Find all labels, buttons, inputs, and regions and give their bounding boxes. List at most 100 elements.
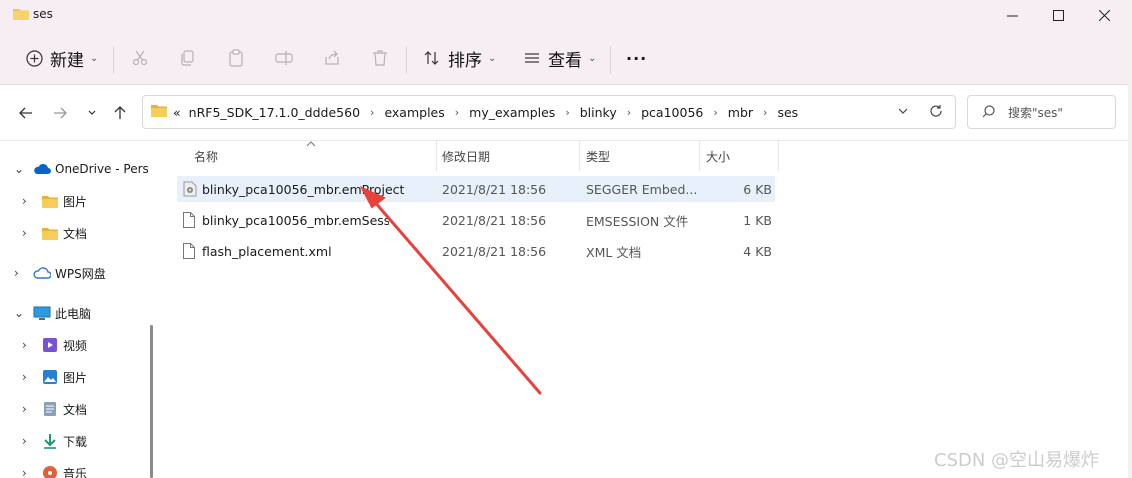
chevron-right-icon[interactable]: › <box>22 194 27 208</box>
clipboard-icon <box>226 48 246 68</box>
chevron-down-icon <box>88 110 96 115</box>
up-button[interactable] <box>108 101 132 125</box>
more-options-button[interactable]: ··· <box>626 32 647 84</box>
file-type: XML 文档 <box>586 244 642 260</box>
paste-button[interactable] <box>226 32 246 84</box>
chevron-right-icon[interactable]: › <box>22 434 27 448</box>
sort-button[interactable]: 排序 ⌄ <box>422 32 496 84</box>
breadcrumb-item[interactable]: ses <box>777 105 798 120</box>
chevron-right-icon[interactable]: › <box>627 106 631 119</box>
chevron-right-icon[interactable]: › <box>22 226 27 240</box>
sidebar-item-label: WPS网盘 <box>55 266 106 281</box>
sidebar-item-pictures[interactable]: › 图片 <box>0 188 158 214</box>
sidebar-item-this-pc[interactable]: ⌄ 此电脑 <box>0 300 158 326</box>
arrow-left-icon <box>19 107 32 119</box>
chevron-right-icon[interactable]: › <box>763 106 767 119</box>
folder-icon <box>41 193 59 209</box>
sidebar-item-label: 音乐 <box>63 466 88 478</box>
chevron-right-icon[interactable]: › <box>455 106 459 119</box>
file-name: flash_placement.xml <box>202 243 332 259</box>
copy-button[interactable] <box>178 32 198 84</box>
close-button[interactable] <box>1081 0 1127 30</box>
chevron-right-icon[interactable]: › <box>22 402 27 416</box>
chevron-down-icon[interactable]: ⌄ <box>14 306 24 320</box>
maximize-button[interactable] <box>1035 0 1081 30</box>
chevron-right-icon[interactable]: › <box>22 338 27 352</box>
file-type: SEGGER Embed... <box>586 181 698 197</box>
breadcrumb-item[interactable]: blinky <box>580 105 617 120</box>
maximize-icon <box>1052 9 1064 21</box>
sidebar-item-wps-cloud[interactable]: › WPS网盘 <box>0 260 158 286</box>
more-icon: ··· <box>626 48 648 68</box>
column-divider[interactable] <box>436 141 437 171</box>
close-icon <box>1098 9 1110 21</box>
view-label: 查看 <box>548 50 582 71</box>
column-divider[interactable] <box>699 141 700 171</box>
view-button[interactable]: 查看 ⌄ <box>522 32 596 84</box>
chevron-down-icon[interactable]: ⌄ <box>14 162 24 176</box>
chevron-right-icon[interactable]: › <box>22 370 27 384</box>
search-box[interactable]: 搜索"ses" <box>967 95 1116 129</box>
sidebar-scrollbar[interactable] <box>150 325 153 478</box>
column-header-name[interactable]: 名称 <box>194 141 218 171</box>
breadcrumb-item[interactable]: my_examples <box>469 105 555 120</box>
delete-button[interactable] <box>370 32 390 84</box>
address-history-button[interactable] <box>897 105 909 121</box>
chevron-right-icon[interactable]: › <box>14 266 19 280</box>
video-icon <box>41 337 59 353</box>
plus-circle-icon <box>24 48 44 68</box>
sidebar-item-documents-pc[interactable]: › 文档 <box>0 396 158 422</box>
documents-icon <box>41 401 59 417</box>
sidebar-item-documents[interactable]: › 文档 <box>0 220 158 246</box>
address-bar[interactable]: « nRF5_SDK_17.1.0_ddde560 › examples › m… <box>142 95 956 129</box>
download-icon <box>41 433 59 449</box>
copy-icon <box>178 48 198 68</box>
column-header-size[interactable]: 大小 <box>706 141 730 171</box>
back-button[interactable] <box>14 101 38 125</box>
sidebar-item-videos[interactable]: › 视频 <box>0 332 158 358</box>
sidebar-item-label: 文档 <box>63 402 88 417</box>
file-date: 2021/8/21 18:56 <box>442 243 547 259</box>
minimize-button[interactable] <box>989 0 1035 30</box>
search-icon <box>982 105 995 122</box>
file-name: blinky_pca10056_mbr.emProject <box>202 181 405 197</box>
sidebar-item-downloads[interactable]: › 下载 <box>0 428 158 454</box>
navigation-bar: « nRF5_SDK_17.1.0_ddde560 › examples › m… <box>0 85 1128 141</box>
chevron-right-icon[interactable]: › <box>713 106 717 119</box>
table-row[interactable]: flash_placement.xml 2021/8/21 18:56 XML … <box>177 238 775 264</box>
column-divider[interactable] <box>579 141 580 171</box>
project-file-icon <box>183 176 197 202</box>
chevron-right-icon[interactable]: › <box>565 106 569 119</box>
sidebar-item-onedrive[interactable]: ⌄ OneDrive - Pers <box>0 156 158 182</box>
refresh-button[interactable] <box>929 104 943 122</box>
sidebar-item-label: 下载 <box>63 434 88 449</box>
breadcrumb-overflow[interactable]: « <box>173 105 181 120</box>
folder-icon <box>41 225 59 241</box>
chevron-right-icon[interactable]: › <box>370 106 374 119</box>
column-header-type[interactable]: 类型 <box>586 141 610 171</box>
share-button[interactable] <box>322 32 342 84</box>
refresh-icon <box>930 105 942 117</box>
column-header-date[interactable]: 修改日期 <box>442 141 490 171</box>
recent-locations-button[interactable] <box>80 101 104 125</box>
search-input[interactable]: 搜索"ses" <box>1008 104 1063 121</box>
sidebar-item-music[interactable]: › 音乐 <box>0 460 158 478</box>
breadcrumb-item[interactable]: nRF5_SDK_17.1.0_ddde560 <box>189 105 360 120</box>
sidebar-item-label: 视频 <box>63 338 88 353</box>
breadcrumb-item[interactable]: mbr <box>728 105 753 120</box>
table-row[interactable]: blinky_pca10056_mbr.emSession 2021/8/21 … <box>177 207 775 233</box>
trash-icon <box>370 48 390 68</box>
new-button[interactable]: 新建 ⌄ <box>24 32 98 84</box>
table-row[interactable]: blinky_pca10056_mbr.emProject 2021/8/21 … <box>177 176 775 202</box>
breadcrumb: « nRF5_SDK_17.1.0_ddde560 › examples › m… <box>173 96 798 128</box>
chevron-right-icon[interactable]: › <box>22 466 27 478</box>
rename-button[interactable] <box>274 32 294 84</box>
chevron-down-icon: ⌄ <box>90 52 99 64</box>
sidebar-item-pictures-pc[interactable]: › 图片 <box>0 364 158 390</box>
column-divider[interactable] <box>778 141 779 171</box>
breadcrumb-item[interactable]: pca10056 <box>641 105 703 120</box>
forward-button[interactable] <box>48 101 72 125</box>
cut-button[interactable] <box>130 32 150 84</box>
sort-ascending-icon <box>306 141 316 147</box>
breadcrumb-item[interactable]: examples <box>384 105 444 120</box>
